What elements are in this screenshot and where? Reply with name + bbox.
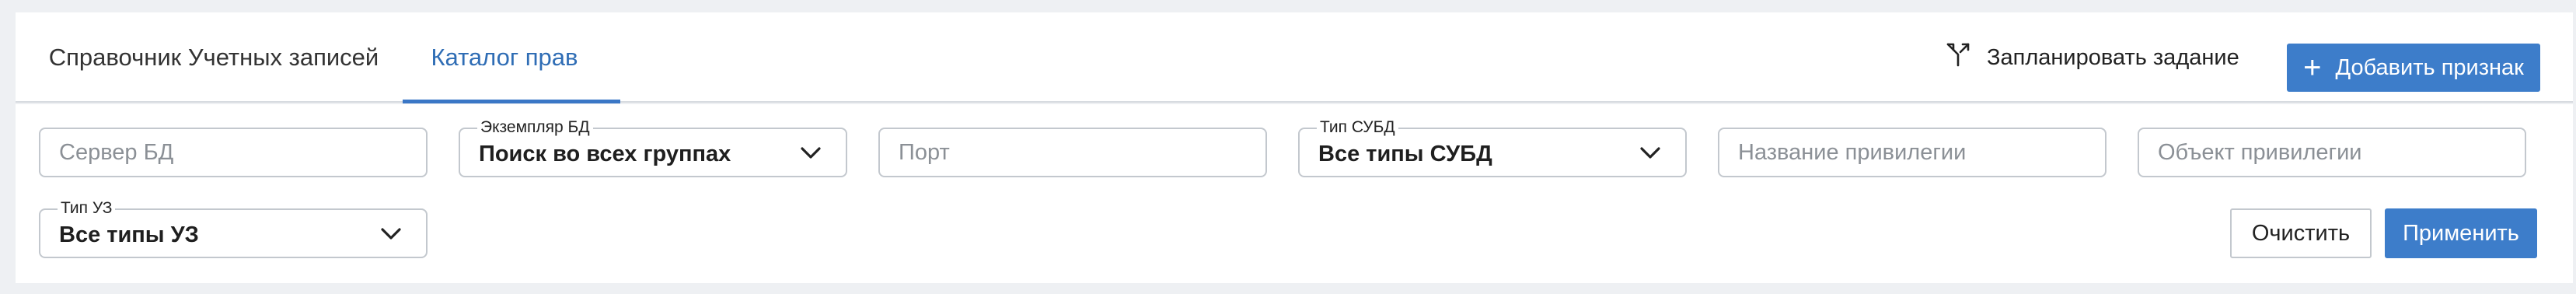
privilege-name-field[interactable]: [1718, 128, 2107, 177]
db-instance-value: Поиск во всех группах: [479, 142, 731, 166]
schedule-task-label: Запланировать задание: [1987, 44, 2239, 70]
apply-button[interactable]: Применить: [2385, 208, 2537, 258]
port-field[interactable]: [878, 128, 1267, 177]
privilege-object-field[interactable]: [2138, 128, 2526, 177]
add-attribute-button[interactable]: + Добавить признак: [2287, 44, 2540, 92]
merge-branch-icon: [1945, 41, 1971, 74]
privilege-object-input[interactable]: [2139, 129, 2525, 176]
db-server-input[interactable]: [40, 129, 426, 176]
plus-icon: +: [2303, 51, 2322, 85]
port-input[interactable]: [880, 129, 1265, 176]
privilege-name-input[interactable]: [1719, 129, 2105, 176]
dbms-type-select[interactable]: Тип СУБД Все типы СУБД: [1298, 118, 1687, 177]
chevron-down-icon: [801, 147, 821, 159]
chevron-down-icon: [381, 228, 401, 240]
chevron-down-icon: [1640, 147, 1660, 159]
add-attribute-label: Добавить признак: [2335, 54, 2524, 80]
tab-rights-catalog[interactable]: Каталог прав: [404, 12, 605, 103]
account-type-label: Тип УЗ: [58, 199, 116, 218]
account-type-select[interactable]: Тип УЗ Все типы УЗ: [39, 199, 428, 258]
db-server-field[interactable]: [39, 128, 428, 177]
account-type-value: Все типы УЗ: [59, 222, 199, 247]
dbms-type-value: Все типы СУБД: [1318, 142, 1492, 166]
clear-button[interactable]: Очистить: [2230, 208, 2372, 258]
tab-accounts-directory[interactable]: Справочник Учетных записей: [16, 12, 412, 103]
tabs-bar: Справочник Учетных записей Каталог прав …: [16, 12, 2573, 103]
db-instance-label: Экземпляр БД: [477, 118, 593, 137]
active-tab-indicator: [403, 100, 620, 103]
schedule-task-button[interactable]: Запланировать задание: [1945, 36, 2239, 79]
dbms-type-label: Тип СУБД: [1317, 118, 1398, 137]
db-instance-select[interactable]: Экземпляр БД Поиск во всех группах: [459, 118, 847, 177]
